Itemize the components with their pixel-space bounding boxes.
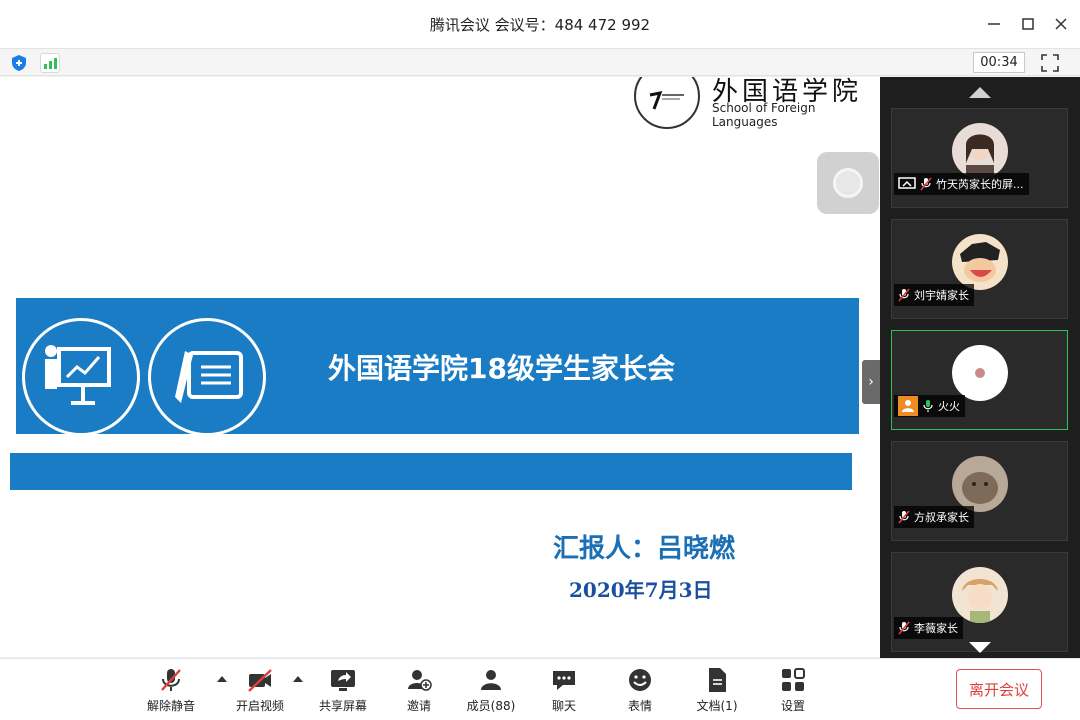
avatar bbox=[952, 345, 1008, 401]
documents-button[interactable]: 文档(1) bbox=[682, 667, 752, 717]
camera-lens-icon bbox=[833, 168, 863, 198]
slide-reporter: 汇报人：吕晓燃 bbox=[553, 534, 736, 564]
mic-muted-icon bbox=[898, 510, 910, 524]
participant-name-tag: 李薇家长 bbox=[894, 617, 963, 639]
settings-label: 设置 bbox=[780, 699, 805, 713]
host-badge-icon bbox=[898, 396, 918, 416]
floating-camera-button[interactable] bbox=[817, 152, 879, 214]
participant-tile[interactable]: 火火 bbox=[891, 330, 1068, 430]
chat-bubble-icon bbox=[553, 671, 575, 690]
unmute-label: 解除静音 bbox=[146, 699, 195, 713]
participant-name: 刘宇婧家长 bbox=[914, 289, 969, 302]
participant-name: 竹天芮家长的屏... bbox=[936, 178, 1024, 191]
participant-panel: 竹天芮家长的屏... 刘宇婧家长 火火 方叔承家长 李薇家长 bbox=[880, 77, 1080, 658]
unmute-button[interactable]: 解除静音 bbox=[136, 667, 206, 717]
participant-tile[interactable]: 竹天芮家长的屏... bbox=[891, 108, 1068, 208]
share-screen-icon bbox=[331, 670, 355, 691]
scroll-up-arrow-icon[interactable] bbox=[969, 87, 991, 98]
smiley-icon bbox=[629, 669, 651, 691]
security-shield-icon[interactable] bbox=[10, 54, 28, 72]
invite-label: 邀请 bbox=[406, 699, 431, 713]
avatar bbox=[952, 567, 1008, 623]
avatar bbox=[952, 456, 1008, 512]
collapse-panel-handle[interactable]: › bbox=[862, 360, 880, 404]
slide-date: 2020年7月3日 bbox=[569, 578, 713, 602]
video-options-caret-icon[interactable] bbox=[293, 676, 303, 682]
mic-muted-icon bbox=[898, 288, 910, 302]
title-bar: 腾讯会议 会议号：484 472 992 bbox=[0, 0, 1080, 48]
status-bar: 00:34 bbox=[0, 48, 1080, 76]
meeting-toolbar: 解除静音 开启视频 共享屏幕 邀请 成员(88) 聊天 表情 文档(1) 设置 … bbox=[0, 658, 1080, 720]
chat-label: 聊天 bbox=[551, 699, 576, 713]
participant-name-tag: 刘宇婧家长 bbox=[894, 284, 974, 306]
school-logo bbox=[634, 77, 700, 129]
slide-title: 外国语学院18级学生家长会 bbox=[328, 352, 675, 385]
window-title: 腾讯会议 会议号：484 472 992 bbox=[429, 16, 651, 34]
maximize-icon bbox=[1022, 18, 1034, 30]
minimize-icon bbox=[988, 23, 1000, 25]
chat-button[interactable]: 聊天 bbox=[529, 667, 599, 717]
participant-name-tag: 火火 bbox=[894, 395, 965, 417]
participant-name: 火火 bbox=[938, 400, 960, 413]
emoji-button[interactable]: 表情 bbox=[605, 667, 675, 717]
minimize-button[interactable] bbox=[983, 13, 1005, 35]
presentation-board-icon bbox=[22, 318, 140, 436]
screen-share-icon bbox=[898, 177, 916, 189]
avatar bbox=[952, 234, 1008, 290]
settings-button[interactable]: 设置 bbox=[758, 667, 828, 717]
start-video-button[interactable]: 开启视频 bbox=[225, 667, 295, 717]
documents-label: 文档(1) bbox=[696, 699, 738, 713]
mic-on-icon bbox=[923, 400, 933, 412]
participant-name: 李薇家长 bbox=[914, 622, 958, 635]
participant-tile[interactable]: 刘宇婧家长 bbox=[891, 219, 1068, 319]
shared-screen: 外国语学院 School of Foreign Languages 外国语学院1… bbox=[0, 77, 880, 657]
mic-muted-icon bbox=[898, 621, 910, 635]
share-screen-label: 共享屏幕 bbox=[318, 699, 367, 713]
maximize-button[interactable] bbox=[1017, 13, 1039, 35]
network-signal-icon[interactable] bbox=[40, 53, 60, 73]
slide-subtitle-bar bbox=[10, 453, 852, 490]
settings-grid-icon bbox=[782, 668, 805, 691]
avatar bbox=[952, 123, 1008, 179]
logo-emblem-icon bbox=[649, 90, 684, 110]
camera-off-icon bbox=[248, 669, 272, 692]
participant-name: 方叔承家长 bbox=[914, 511, 969, 524]
start-video-label: 开启视频 bbox=[235, 699, 284, 713]
members-icon bbox=[481, 670, 501, 690]
document-icon bbox=[709, 668, 726, 692]
members-label: 成员(88) bbox=[466, 699, 516, 713]
participant-name-tag: 方叔承家长 bbox=[894, 506, 974, 528]
participant-name-tag: 竹天芮家长的屏... bbox=[894, 173, 1029, 195]
add-user-icon bbox=[408, 670, 432, 691]
invite-button[interactable]: 邀请 bbox=[384, 667, 454, 717]
participant-tile[interactable]: 方叔承家长 bbox=[891, 441, 1068, 541]
logo-english-text: School of Foreign Languages bbox=[712, 101, 816, 129]
fullscreen-icon[interactable] bbox=[1040, 53, 1060, 73]
share-screen-button[interactable]: 共享屏幕 bbox=[308, 667, 378, 717]
pen-document-icon bbox=[148, 318, 266, 436]
leave-meeting-button[interactable]: 离开会议 bbox=[956, 669, 1042, 709]
close-button[interactable] bbox=[1050, 13, 1072, 35]
close-icon bbox=[1055, 18, 1067, 30]
scroll-down-arrow-icon[interactable] bbox=[969, 642, 991, 653]
emoji-label: 表情 bbox=[627, 699, 652, 713]
mic-muted-icon bbox=[161, 669, 181, 691]
mic-muted-icon bbox=[920, 177, 932, 191]
members-button[interactable]: 成员(88) bbox=[456, 667, 526, 717]
meeting-timer: 00:34 bbox=[973, 52, 1025, 73]
participant-tile[interactable]: 李薇家长 bbox=[891, 552, 1068, 652]
